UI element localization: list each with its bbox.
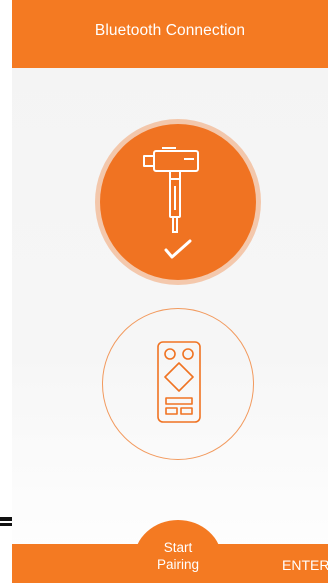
device-gimbal-button[interactable] <box>100 124 256 280</box>
start-pairing-label[interactable]: Start Pairing <box>134 539 222 573</box>
app-screen: Bluetooth Connection Start Pairing ENTER <box>12 0 328 583</box>
start-pairing-line2: Pairing <box>156 557 200 572</box>
header-bar: Bluetooth Connection <box>12 0 328 68</box>
checkmark-icon <box>164 239 192 259</box>
start-pairing-line1: Start <box>163 540 193 555</box>
window-edge <box>0 0 14 583</box>
device-remote-button[interactable] <box>102 308 254 460</box>
page-title: Bluetooth Connection <box>94 22 246 39</box>
enter-button[interactable]: ENTER <box>282 557 328 573</box>
remote-control-icon <box>157 341 201 423</box>
